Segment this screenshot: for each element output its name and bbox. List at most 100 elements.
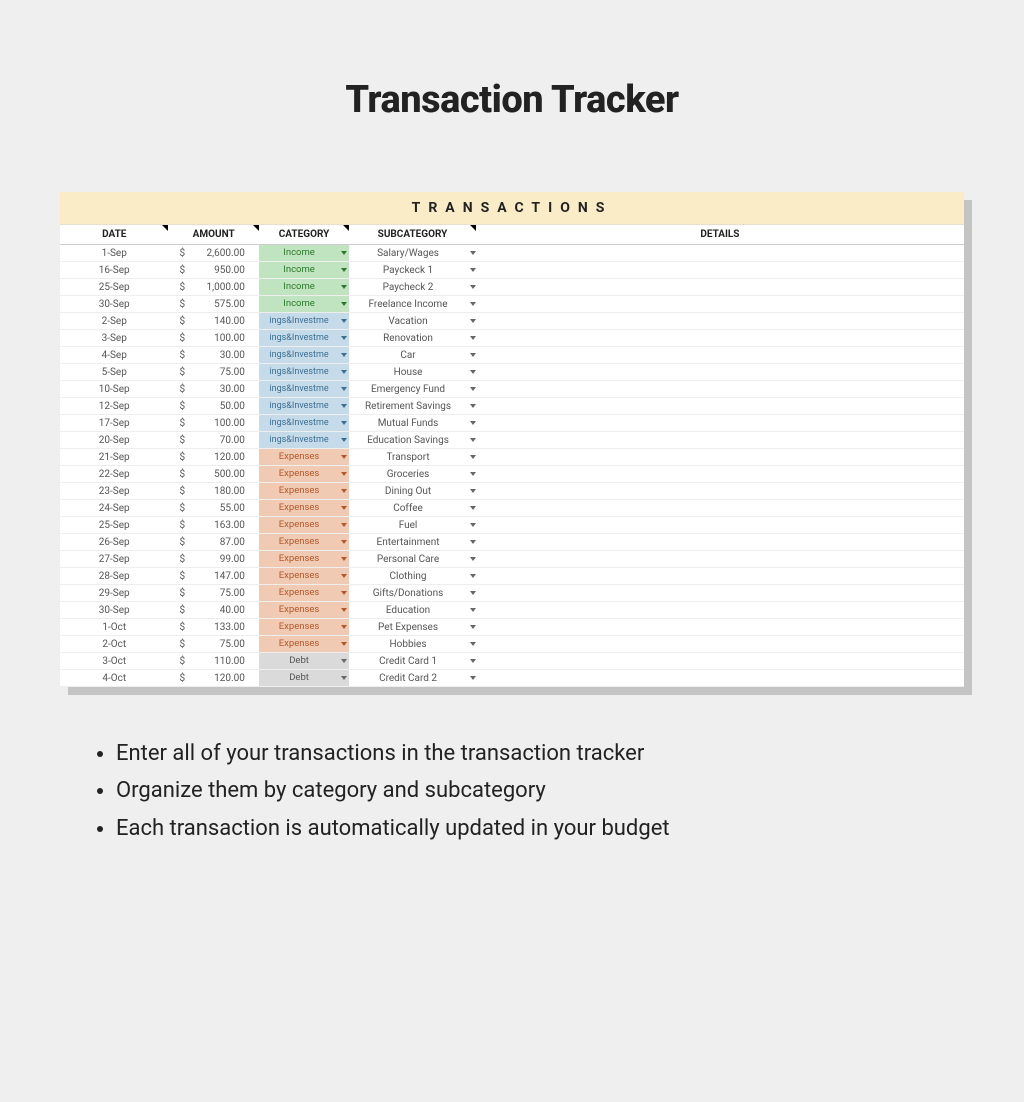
category-chip[interactable]: Expenses [259, 500, 349, 516]
cell-category[interactable]: ings&Investme [259, 415, 349, 432]
cell-date[interactable]: 26-Sep [60, 534, 168, 551]
cell-subcategory[interactable]: Credit Card 2 [349, 670, 476, 687]
cell-details[interactable] [476, 313, 964, 330]
cell-category[interactable]: Expenses [259, 534, 349, 551]
category-chip[interactable]: Income [259, 245, 349, 261]
chevron-down-icon[interactable] [341, 540, 347, 544]
cell-date[interactable]: 5-Sep [60, 364, 168, 381]
table-row[interactable]: 29-Sep$75.00ExpensesGifts/Donations [60, 585, 964, 602]
cell-amount[interactable]: $99.00 [168, 551, 258, 568]
cell-details[interactable] [476, 330, 964, 347]
table-row[interactable]: 10-Sep$30.00ings&InvestmeEmergency Fund [60, 381, 964, 398]
cell-subcategory[interactable]: Education Savings [349, 432, 476, 449]
cell-category[interactable]: Expenses [259, 568, 349, 585]
cell-amount[interactable]: $70.00 [168, 432, 258, 449]
chevron-down-icon[interactable] [341, 404, 347, 408]
cell-category[interactable]: Income [259, 296, 349, 313]
cell-amount[interactable]: $140.00 [168, 313, 258, 330]
chevron-down-icon[interactable] [341, 251, 347, 255]
chevron-down-icon[interactable] [470, 336, 476, 340]
table-row[interactable]: 16-Sep$950.00IncomePayckeck 1 [60, 262, 964, 279]
chevron-down-icon[interactable] [341, 523, 347, 527]
cell-details[interactable] [476, 245, 964, 262]
chevron-down-icon[interactable] [341, 642, 347, 646]
category-chip[interactable]: ings&Investme [259, 398, 349, 414]
chevron-down-icon[interactable] [470, 591, 476, 595]
cell-category[interactable]: Expenses [259, 449, 349, 466]
cell-category[interactable]: Expenses [259, 551, 349, 568]
table-row[interactable]: 2-Sep$140.00ings&InvestmeVacation [60, 313, 964, 330]
cell-category[interactable]: ings&Investme [259, 313, 349, 330]
category-chip[interactable]: Expenses [259, 466, 349, 482]
cell-date[interactable]: 4-Sep [60, 347, 168, 364]
chevron-down-icon[interactable] [341, 608, 347, 612]
cell-amount[interactable]: $950.00 [168, 262, 258, 279]
cell-amount[interactable]: $133.00 [168, 619, 258, 636]
cell-category[interactable]: Expenses [259, 500, 349, 517]
cell-amount[interactable]: $75.00 [168, 636, 258, 653]
cell-details[interactable] [476, 500, 964, 517]
cell-subcategory[interactable]: Payckeck 1 [349, 262, 476, 279]
table-row[interactable]: 28-Sep$147.00ExpensesClothing [60, 568, 964, 585]
table-row[interactable]: 2-Oct$75.00ExpensesHobbies [60, 636, 964, 653]
table-row[interactable]: 1-Sep$2,600.00IncomeSalary/Wages [60, 245, 964, 262]
cell-amount[interactable]: $1,000.00 [168, 279, 258, 296]
cell-category[interactable]: ings&Investme [259, 398, 349, 415]
cell-details[interactable] [476, 449, 964, 466]
cell-details[interactable] [476, 415, 964, 432]
category-chip[interactable]: Expenses [259, 483, 349, 499]
chevron-down-icon[interactable] [341, 591, 347, 595]
cell-subcategory[interactable]: Coffee [349, 500, 476, 517]
chevron-down-icon[interactable] [470, 404, 476, 408]
table-row[interactable]: 20-Sep$70.00ings&InvestmeEducation Savin… [60, 432, 964, 449]
table-row[interactable]: 22-Sep$500.00ExpensesGroceries [60, 466, 964, 483]
cell-amount[interactable]: $40.00 [168, 602, 258, 619]
cell-amount[interactable]: $180.00 [168, 483, 258, 500]
cell-subcategory[interactable]: Personal Care [349, 551, 476, 568]
cell-date[interactable]: 29-Sep [60, 585, 168, 602]
cell-subcategory[interactable]: Education [349, 602, 476, 619]
chevron-down-icon[interactable] [341, 421, 347, 425]
chevron-down-icon[interactable] [470, 455, 476, 459]
table-row[interactable]: 3-Oct$110.00DebtCredit Card 1 [60, 653, 964, 670]
category-chip[interactable]: ings&Investme [259, 432, 349, 448]
cell-amount[interactable]: $147.00 [168, 568, 258, 585]
cell-date[interactable]: 25-Sep [60, 517, 168, 534]
chevron-down-icon[interactable] [470, 421, 476, 425]
table-row[interactable]: 21-Sep$120.00ExpensesTransport [60, 449, 964, 466]
cell-subcategory[interactable]: Mutual Funds [349, 415, 476, 432]
category-chip[interactable]: Expenses [259, 449, 349, 465]
chevron-down-icon[interactable] [470, 506, 476, 510]
chevron-down-icon[interactable] [470, 438, 476, 442]
table-row[interactable]: 4-Sep$30.00ings&InvestmeCar [60, 347, 964, 364]
chevron-down-icon[interactable] [470, 472, 476, 476]
category-chip[interactable]: Income [259, 279, 349, 295]
cell-details[interactable] [476, 296, 964, 313]
cell-date[interactable]: 12-Sep [60, 398, 168, 415]
cell-category[interactable]: ings&Investme [259, 347, 349, 364]
table-row[interactable]: 30-Sep$40.00ExpensesEducation [60, 602, 964, 619]
cell-date[interactable]: 17-Sep [60, 415, 168, 432]
chevron-down-icon[interactable] [341, 370, 347, 374]
chevron-down-icon[interactable] [470, 268, 476, 272]
cell-details[interactable] [476, 347, 964, 364]
cell-date[interactable]: 22-Sep [60, 466, 168, 483]
category-chip[interactable]: ings&Investme [259, 330, 349, 346]
cell-subcategory[interactable]: Hobbies [349, 636, 476, 653]
chevron-down-icon[interactable] [470, 608, 476, 612]
chevron-down-icon[interactable] [341, 625, 347, 629]
cell-amount[interactable]: $120.00 [168, 670, 258, 687]
cell-subcategory[interactable]: House [349, 364, 476, 381]
chevron-down-icon[interactable] [470, 387, 476, 391]
chevron-down-icon[interactable] [341, 557, 347, 561]
cell-category[interactable]: ings&Investme [259, 330, 349, 347]
table-row[interactable]: 25-Sep$163.00ExpensesFuel [60, 517, 964, 534]
cell-details[interactable] [476, 432, 964, 449]
cell-amount[interactable]: $55.00 [168, 500, 258, 517]
table-row[interactable]: 27-Sep$99.00ExpensesPersonal Care [60, 551, 964, 568]
cell-amount[interactable]: $163.00 [168, 517, 258, 534]
category-chip[interactable]: ings&Investme [259, 313, 349, 329]
cell-date[interactable]: 16-Sep [60, 262, 168, 279]
cell-category[interactable]: Expenses [259, 517, 349, 534]
cell-amount[interactable]: $575.00 [168, 296, 258, 313]
